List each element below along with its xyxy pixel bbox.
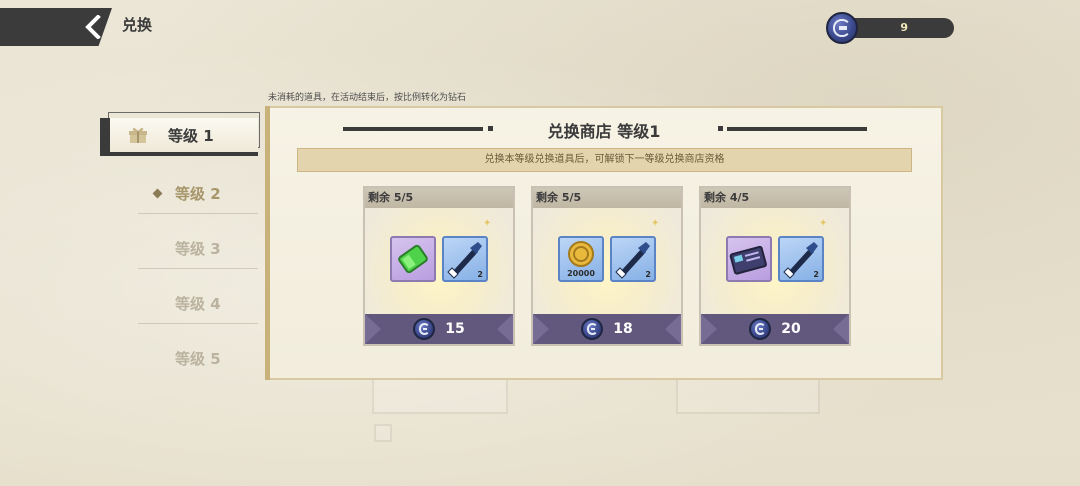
item-quantity: 20000 [567,269,595,278]
blue-tool-item: 2 [610,236,656,282]
shop-card[interactable]: 剩余 4/5 ✦ 2 20 [699,186,851,346]
currency-amount: 9 [900,21,908,34]
shop-card[interactable]: 剩余 5/5 ✦ 20000 2 18 [531,186,683,346]
gift-icon [129,127,147,143]
token-coin-icon [581,318,604,340]
sparkle-icon: ✦ [819,218,828,229]
unlock-banner: 兑换本等级兑换道具后，可解锁下一等级兑换商店资格 [297,148,912,172]
background-ghost-box [372,374,508,414]
remaining-count: 剩余 5/5 [533,188,681,208]
notice-text: 未消耗的道具，在活动结束后，按比例转化为钻石 [268,93,467,103]
gold-coin-item: 20000 [558,236,604,282]
title-divider-right [727,127,867,131]
tab-label: 等级 2 [175,185,221,203]
item-quantity: 2 [645,270,651,279]
green-crystal-item [390,236,436,282]
remaining-count: 剩余 5/5 [365,188,513,208]
currency-display: 9 [826,12,954,44]
price-value: 15 [445,321,465,337]
tab-level-5[interactable]: 等级 5 [138,338,258,378]
tab-label: 等级 4 [175,295,221,313]
purple-card-item [726,236,772,282]
chevron-left-icon [85,15,101,39]
tab-label: 等级 5 [175,349,221,368]
tab-level-1[interactable]: 等级 1 [110,118,258,152]
item-quantity: 2 [477,270,483,279]
item-quantity: 2 [813,270,819,279]
blue-tool-item: 2 [442,236,488,282]
sparkle-icon: ✦ [651,218,660,229]
blue-tool-item: 2 [778,236,824,282]
token-coin-icon [826,12,858,44]
price-value: 18 [613,321,633,337]
purple-card-icon [729,245,767,275]
shop-panel: 兑换商店 等级1 兑换本等级兑换道具后，可解锁下一等级兑换商店资格 剩余 5/5… [265,106,943,380]
background-ghost-box [676,374,820,414]
price-value: 20 [781,321,801,337]
tab-level-4[interactable]: 等级 4 [138,284,258,324]
price-bar: 20 [701,314,849,344]
background-ghost-checkbox [374,424,392,442]
tab-label: 等级 1 [168,126,214,145]
shop-card[interactable]: 剩余 5/5 ✦ 2 15 [363,186,515,346]
tab-level-3[interactable]: 等级 3 [138,229,258,269]
page-title: 兑换 [122,16,153,34]
tab-level-2[interactable]: 等级 2 [138,174,258,214]
green-crystal-icon [398,244,428,274]
gold-coin-icon [568,241,594,267]
sparkle-icon: ✦ [483,218,492,229]
token-coin-icon [749,318,772,340]
tab-label: 等级 3 [175,240,221,258]
price-bar: 18 [533,314,681,344]
remaining-count: 剩余 4/5 [701,188,849,208]
title-divider-dot [718,126,723,131]
token-coin-icon [413,318,436,340]
price-bar: 15 [365,314,513,344]
diamond-icon [152,188,163,199]
back-button[interactable] [82,14,104,40]
